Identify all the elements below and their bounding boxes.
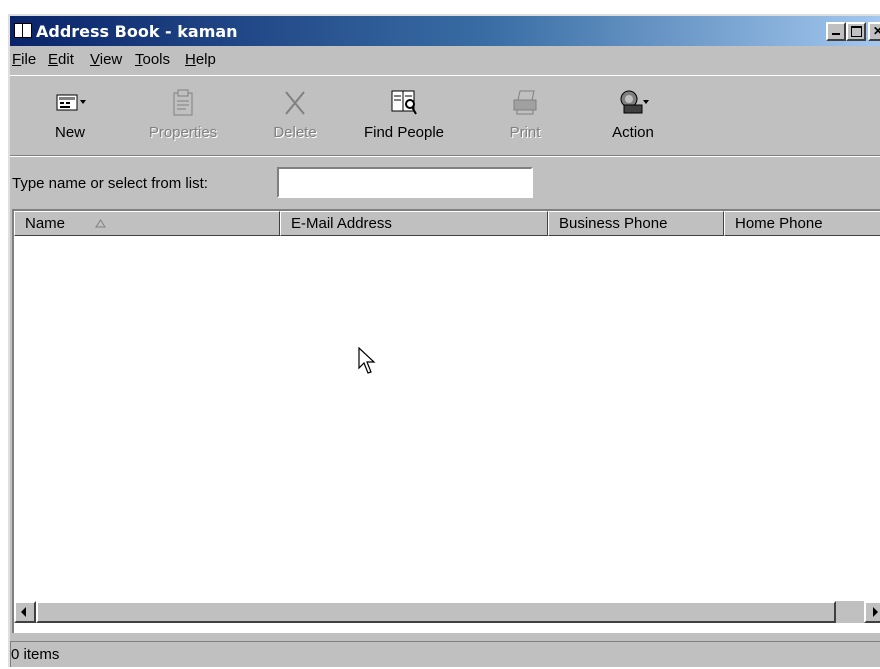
contact-list[interactable]: Name E-Mail Address Business Phone Home … <box>12 209 880 633</box>
new-button[interactable]: New <box>40 84 100 150</box>
properties-icon <box>173 89 193 116</box>
column-business-phone-label: Business Phone <box>559 215 668 232</box>
column-home-phone-label: Home Phone <box>735 215 823 232</box>
maximize-button[interactable] <box>846 22 866 41</box>
maximize-icon <box>850 26 862 37</box>
find-people-button[interactable]: Find People <box>352 84 456 150</box>
column-header-business-phone[interactable]: Business Phone <box>548 211 724 236</box>
name-search-input[interactable] <box>277 167 533 198</box>
menu-bar: File Edit View Tools Help <box>10 46 880 72</box>
properties-label: Properties <box>148 124 218 141</box>
arrow-left-icon <box>21 607 26 617</box>
new-contact-icon <box>56 94 86 111</box>
arrow-right-icon <box>873 607 878 617</box>
find-people-label: Find People <box>363 124 445 141</box>
title-bar[interactable]: Address Book - kaman ✕ <box>10 16 880 46</box>
column-name-label: Name <box>25 215 66 232</box>
action-button[interactable]: Action <box>598 84 668 150</box>
menu-file[interactable]: File <box>12 51 36 68</box>
close-icon: ✕ <box>872 24 880 38</box>
close-button[interactable]: ✕ <box>868 22 880 41</box>
menu-tools[interactable]: Tools <box>135 51 170 68</box>
action-phone-icon <box>620 90 649 114</box>
minimize-button[interactable] <box>826 22 846 41</box>
scroll-left-button[interactable] <box>14 601 36 623</box>
delete-icon <box>285 91 305 115</box>
status-panel: 0 items <box>10 641 880 667</box>
minimize-icon <box>832 33 840 35</box>
column-email-label: E-Mail Address <box>291 215 392 232</box>
print-icon <box>513 90 537 115</box>
find-people-icon <box>391 90 417 115</box>
horizontal-scrollbar[interactable] <box>14 601 880 623</box>
print-button[interactable]: Print <box>500 84 550 150</box>
status-bar: 0 items <box>10 636 880 669</box>
column-header-home-phone[interactable]: Home Phone <box>724 211 880 236</box>
column-header-email[interactable]: E-Mail Address <box>280 211 548 236</box>
column-header-name[interactable]: Name <box>14 211 280 236</box>
address-book-window: Address Book - kaman ✕ File Edit View To… <box>8 14 880 667</box>
toolbar: New Properties Delete Find People Print … <box>10 75 880 156</box>
delete-label: Delete <box>273 124 317 141</box>
column-headers: Name E-Mail Address Business Phone Home … <box>14 211 880 236</box>
menu-edit[interactable]: Edit <box>48 51 74 68</box>
window-title: Address Book - kaman <box>36 22 238 41</box>
scroll-right-button[interactable] <box>864 601 880 623</box>
new-label: New <box>54 124 85 141</box>
find-bar: Type name or select from list: <box>10 156 880 208</box>
scroll-thumb[interactable] <box>36 601 836 623</box>
find-label: Type name or select from list: <box>12 175 208 192</box>
delete-button[interactable]: Delete <box>265 84 325 150</box>
menu-view[interactable]: View <box>90 51 122 68</box>
menu-help[interactable]: Help <box>185 51 216 68</box>
sort-ascending-icon <box>95 219 107 228</box>
status-text: 0 items <box>11 646 60 663</box>
properties-button[interactable]: Properties <box>134 84 232 150</box>
print-label: Print <box>509 124 541 141</box>
address-book-icon <box>14 23 32 38</box>
action-label: Action <box>612 124 654 141</box>
mouse-pointer-icon <box>358 347 376 374</box>
